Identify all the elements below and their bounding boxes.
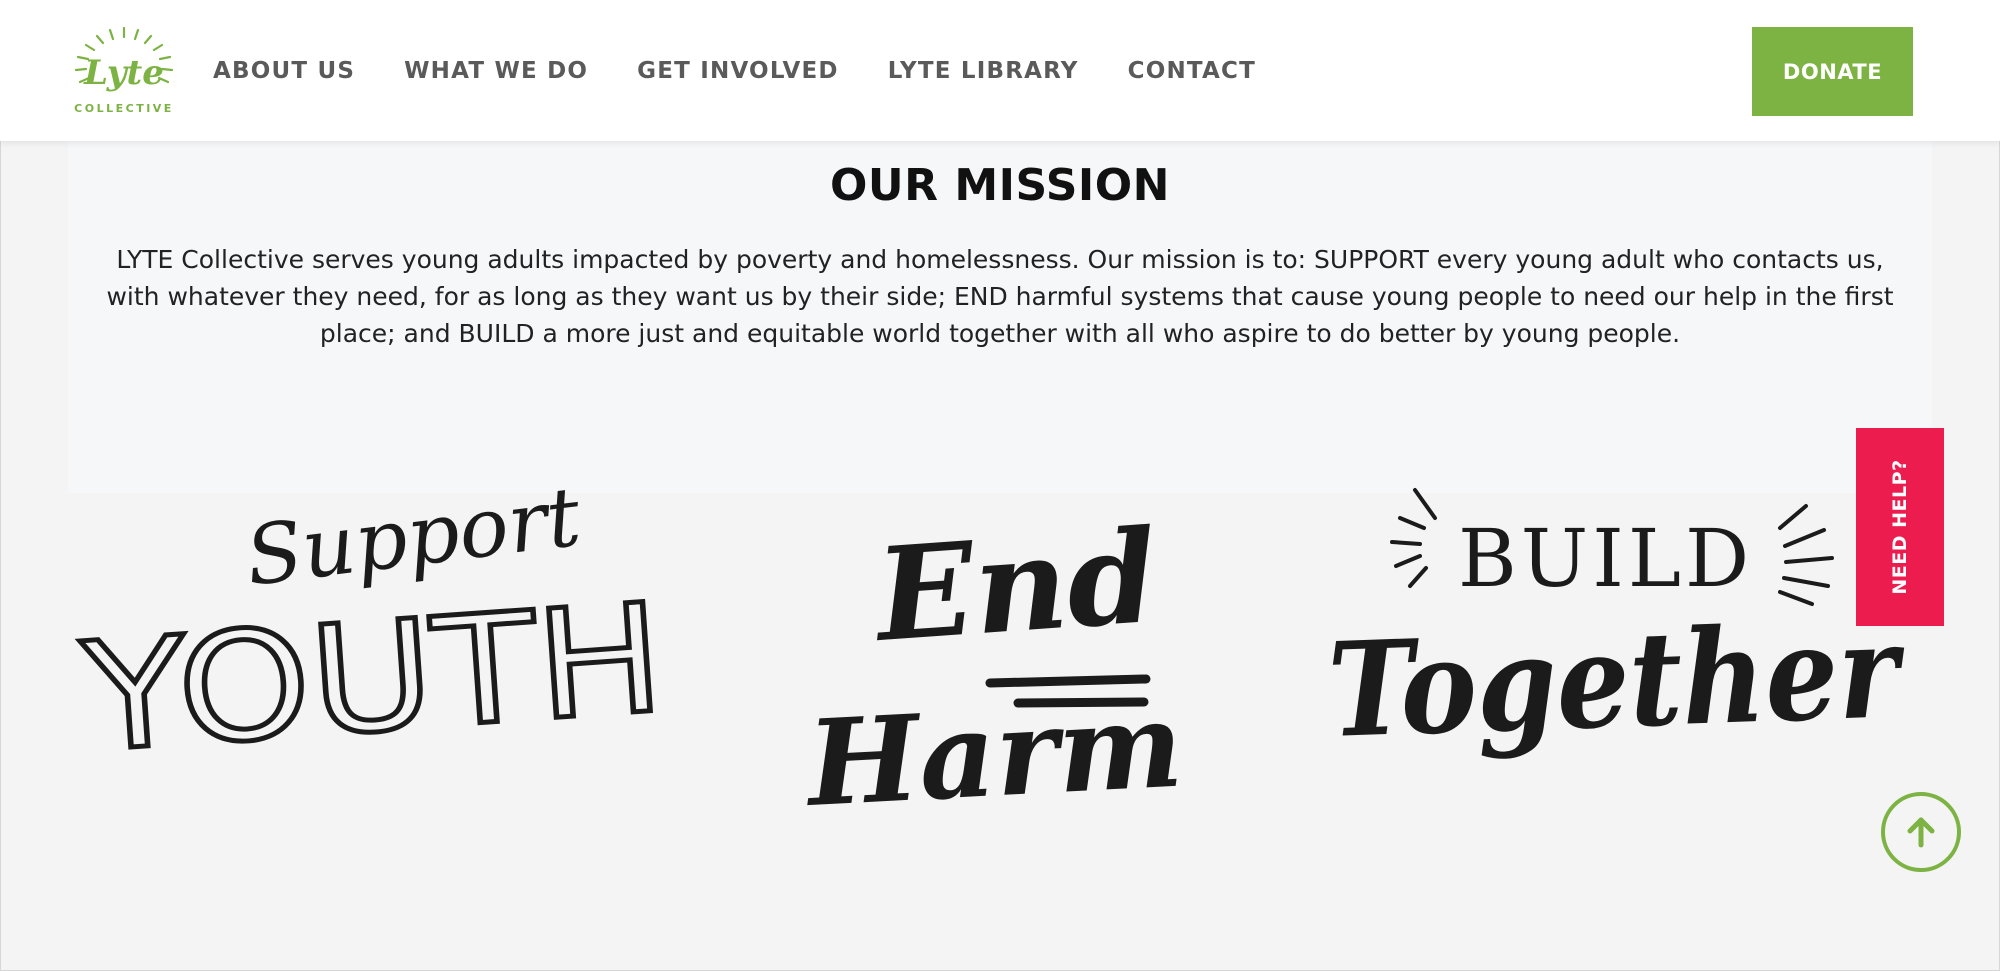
need-help-tab[interactable]: NEED HELP? [1856, 428, 1944, 626]
nav-contact[interactable]: CONTACT [1128, 56, 1256, 86]
pillar-build-line2: Together [1326, 594, 1908, 767]
site-header: Lyte COLLECTIVE ABOUT US WHAT WE DO GET … [0, 0, 2000, 141]
mission-statement: LYTE Collective serves young adults impa… [106, 245, 1894, 348]
pillar-build-line1: BUILD [1458, 512, 1753, 605]
main-navigation: ABOUT US WHAT WE DO GET INVOLVED LYTE LI… [213, 56, 1305, 86]
pillar-end-line2: Harm [801, 675, 1186, 834]
need-help-label: NEED HELP? [1889, 459, 1911, 595]
logo-icon: Lyte [74, 26, 174, 93]
sparkle-left-icon [1390, 488, 1437, 588]
nav-get-involved[interactable]: GET INVOLVED [637, 56, 839, 86]
nav-what-we-do[interactable]: WHAT WE DO [404, 56, 588, 86]
pillar-support-line2: YOUTH [77, 572, 669, 786]
nav-about-us[interactable]: ABOUT US [213, 56, 355, 86]
pillar-build-together: BUILD Together [1320, 488, 1920, 778]
pillar-support-youth: Support YOUTH [75, 470, 680, 789]
donate-button[interactable]: DONATE [1752, 27, 1913, 116]
pillar-end-line1: End [869, 502, 1162, 671]
mission-title: OUR MISSION [830, 160, 1170, 211]
logo-link[interactable]: Lyte COLLECTIVE [64, 24, 184, 120]
sparkle-right-icon [1778, 504, 1834, 606]
logo-subtext: COLLECTIVE [74, 102, 174, 115]
back-to-top-button[interactable] [1881, 792, 1961, 872]
logo-wordmark: Lyte [83, 53, 164, 93]
arrow-up-icon [1907, 817, 1935, 848]
nav-lyte-library[interactable]: LYTE LIBRARY [888, 56, 1079, 86]
pillar-end-harm: End Harm [790, 502, 1186, 835]
